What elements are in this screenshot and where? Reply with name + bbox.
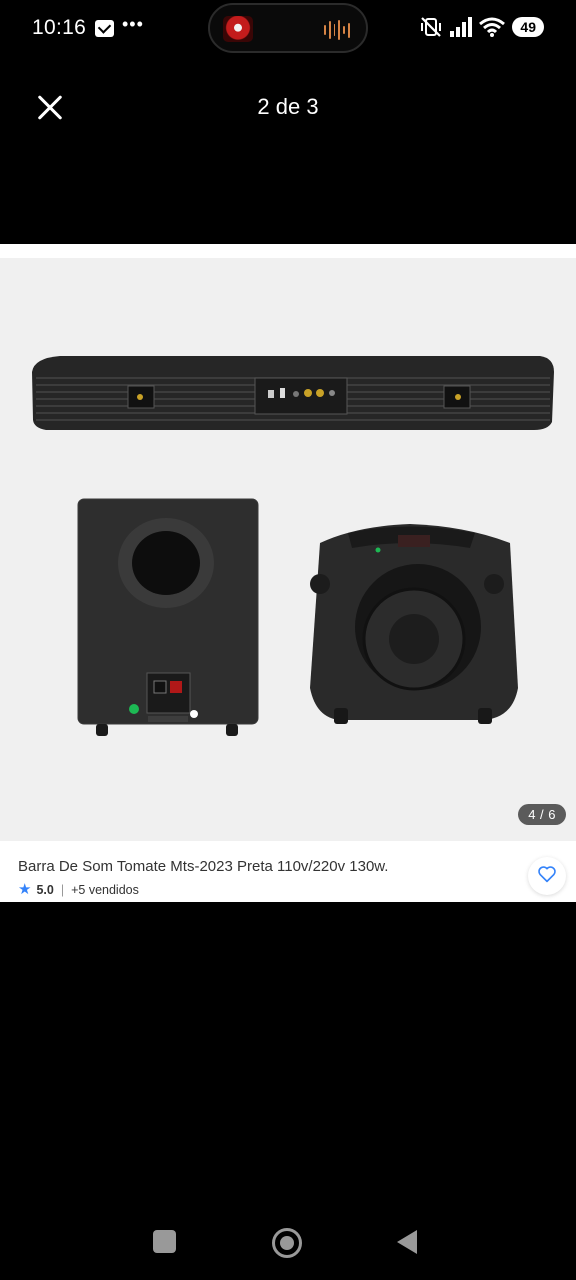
back-triangle-icon[interactable] bbox=[397, 1230, 417, 1254]
status-bar: 10:16 ••• 49 bbox=[0, 0, 576, 58]
gallery-position-title: 2 de 3 bbox=[257, 94, 319, 119]
wifi-icon bbox=[479, 17, 506, 37]
signal-icon bbox=[450, 17, 473, 37]
product-meta: ★ 5.0 | +5 vendidos bbox=[18, 882, 139, 897]
product-card[interactable]: 4 / 6 Barra De Som Tomate Mts-2023 Preta… bbox=[0, 244, 576, 902]
image-counter: 4 / 6 bbox=[518, 804, 566, 825]
home-circle-icon[interactable] bbox=[272, 1228, 302, 1258]
star-icon: ★ bbox=[18, 881, 32, 898]
media-island[interactable] bbox=[208, 3, 368, 53]
audio-bars-icon bbox=[324, 19, 350, 41]
soundbar-subwoofer-photo bbox=[32, 356, 554, 736]
vibrate-off-icon bbox=[419, 15, 443, 39]
recents-square-icon[interactable] bbox=[153, 1230, 176, 1253]
clock: 10:16 bbox=[32, 16, 87, 39]
system-nav-bar bbox=[0, 1200, 576, 1280]
battery-icon: 49 bbox=[512, 17, 544, 37]
favorite-button[interactable] bbox=[528, 857, 566, 895]
sold-count: +5 vendidos bbox=[71, 882, 139, 897]
rating-value: 5.0 bbox=[36, 882, 54, 897]
product-title[interactable]: Barra De Som Tomate Mts-2023 Preta 110v/… bbox=[18, 858, 388, 875]
system-icons: 49 bbox=[419, 15, 544, 39]
mail-icon bbox=[95, 20, 114, 37]
media-thumbnail bbox=[223, 16, 253, 42]
more-notifications-indicator: ••• bbox=[122, 14, 144, 34]
separator: | bbox=[60, 882, 65, 897]
product-image[interactable]: 4 / 6 bbox=[0, 258, 576, 841]
heart-icon bbox=[537, 865, 557, 888]
